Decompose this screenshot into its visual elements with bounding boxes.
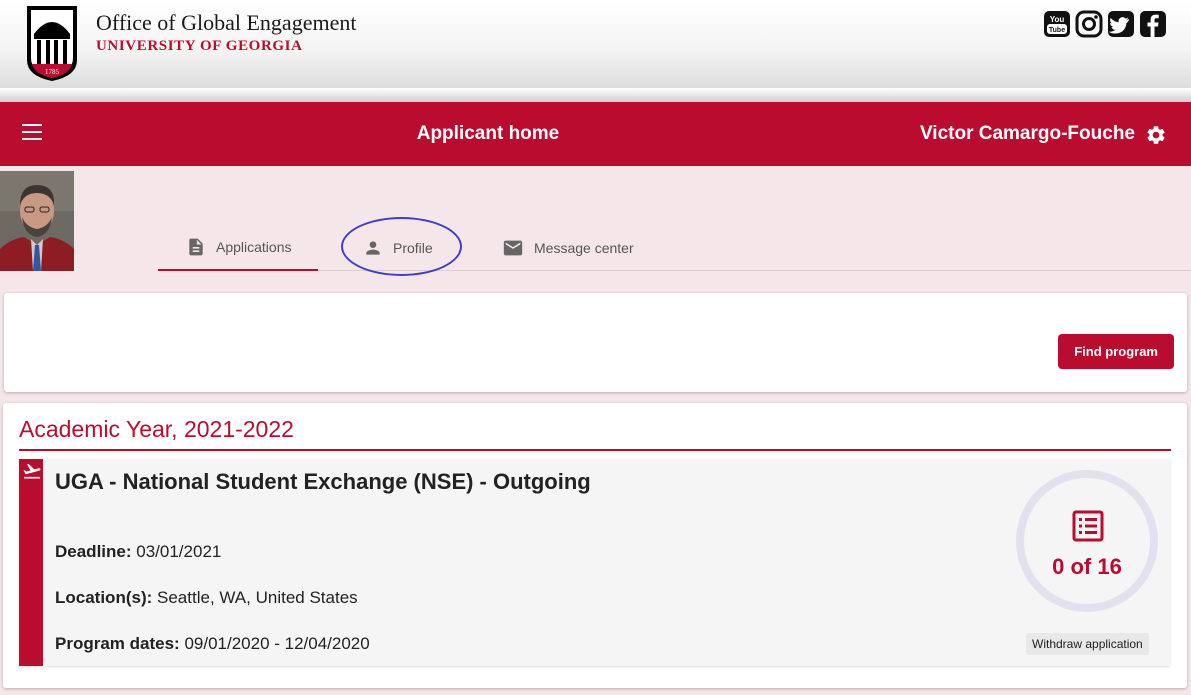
svg-text:You: You [1050, 15, 1065, 24]
academic-year-heading: Academic Year, 2021-2022 [19, 416, 294, 442]
find-program-button[interactable]: Find program [1058, 334, 1174, 369]
document-icon [189, 238, 203, 256]
tab-profile[interactable]: Profile [363, 225, 433, 271]
tab-label: Profile [393, 240, 433, 256]
site-header: 1785 Office of Global Engagement UNIVERS… [0, 0, 1191, 90]
tab-label: Message center [534, 240, 634, 256]
program-dates-value: 09/01/2020 - 12/04/2020 [184, 634, 370, 653]
person-icon [366, 241, 380, 255]
checklist-icon [1072, 510, 1104, 542]
deadline-label: Deadline: [55, 542, 132, 561]
social-links: You Tube [1043, 10, 1167, 38]
program-dates-row: Program dates: 09/01/2020 - 12/04/2020 [55, 634, 370, 654]
profile-tabs: Applications Profile Message center [158, 225, 1191, 271]
page-title: Applicant home [416, 123, 560, 144]
mail-icon [503, 240, 523, 256]
tab-label: Applications [216, 239, 292, 255]
svg-text:Tube: Tube [1049, 27, 1065, 34]
instagram-icon[interactable] [1075, 10, 1103, 38]
program-status-stripe [19, 459, 43, 666]
applications-card: Academic Year, 2021-2022 UGA - National … [3, 403, 1187, 688]
facebook-icon[interactable] [1139, 10, 1167, 38]
program-name[interactable]: UGA - National Student Exchange (NSE) - … [55, 469, 591, 495]
airplane-departure-icon [23, 463, 41, 479]
twitter-icon[interactable] [1107, 10, 1135, 38]
program-application-card[interactable]: UGA - National Student Exchange (NSE) - … [19, 459, 1170, 666]
location-value: Seattle, WA, United States [157, 588, 358, 607]
uga-arch-logo[interactable]: 1785 [25, 4, 79, 82]
user-name-link[interactable]: Victor Camargo-Fouche [920, 123, 1135, 145]
location-row: Location(s): Seattle, WA, United States [55, 588, 358, 608]
avatar [0, 171, 74, 271]
deadline-value: 03/01/2021 [136, 542, 222, 561]
tab-applications[interactable]: Applications [158, 225, 318, 271]
progress-count: 0 of 16 [1052, 554, 1122, 579]
withdraw-application-button[interactable]: Withdraw application [1026, 633, 1149, 655]
youtube-icon[interactable]: You Tube [1043, 10, 1071, 38]
svg-text:1785: 1785 [45, 68, 60, 76]
location-label: Location(s): [55, 588, 153, 607]
org-title: Office of Global Engagement [96, 10, 357, 35]
divider [19, 449, 1171, 451]
header-divider [0, 88, 1191, 102]
app-top-bar: Applicant home Victor Camargo-Fouche [0, 102, 1191, 166]
gear-icon[interactable] [1145, 124, 1167, 146]
deadline-row: Deadline: 03/01/2021 [55, 542, 221, 562]
org-subtitle: UNIVERSITY OF GEORGIA [96, 38, 303, 54]
program-dates-label: Program dates: [55, 634, 180, 653]
actions-card: Find program [4, 293, 1187, 392]
tab-message-center[interactable]: Message center [502, 225, 634, 271]
